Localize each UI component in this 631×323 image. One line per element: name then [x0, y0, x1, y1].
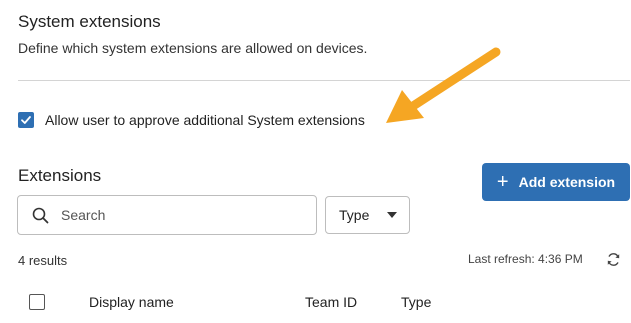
allow-user-approve-label[interactable]: Allow user to approve additional System …	[45, 112, 365, 128]
last-refresh: Last refresh: 4:36 PM	[468, 252, 583, 266]
column-header-team-id[interactable]: Team ID	[305, 294, 357, 310]
column-header-type[interactable]: Type	[401, 294, 431, 310]
type-filter-label: Type	[339, 207, 370, 223]
extensions-title: Extensions	[18, 166, 102, 185]
annotation-arrow	[386, 47, 501, 123]
divider	[18, 80, 630, 81]
section-title: System extensions	[18, 12, 161, 31]
results-count: 4 results	[18, 253, 68, 268]
section-description: Define which system extensions are allow…	[18, 40, 368, 56]
caret-down-icon	[387, 212, 397, 218]
allow-user-approve-checkbox[interactable]	[18, 112, 34, 128]
search-icon	[32, 207, 49, 223]
search-input[interactable]	[59, 206, 293, 224]
plus-icon: +	[496, 171, 509, 193]
refresh-icon[interactable]	[606, 252, 621, 267]
add-extension-label: Add extension	[518, 174, 616, 190]
add-extension-button[interactable]: + Add extension	[482, 163, 630, 201]
column-header-display-name[interactable]: Display name	[89, 294, 174, 310]
type-filter-dropdown[interactable]: Type	[325, 196, 410, 234]
check-icon	[21, 116, 31, 124]
select-all-checkbox[interactable]	[29, 294, 45, 310]
search-box[interactable]	[17, 195, 317, 235]
